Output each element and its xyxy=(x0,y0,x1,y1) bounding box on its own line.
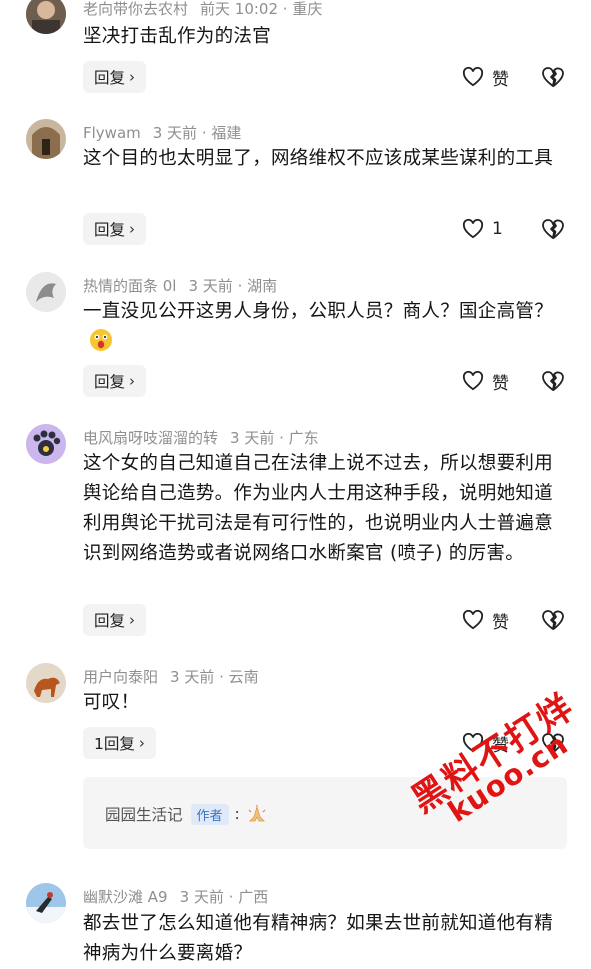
sub-reply-row: 园园生活记 作者 : xyxy=(105,803,268,825)
chevron-right-icon: › xyxy=(129,611,136,629)
avatar[interactable] xyxy=(26,883,66,923)
like-label: 赞 xyxy=(492,69,509,90)
reply-label: 回复 xyxy=(94,221,126,239)
comment-text: 这个女的自己知道自己在法律上说不过去，所以想要利用舆论给自己造势。作为业内人士用… xyxy=(83,453,554,564)
comment-text-content: 一直没见公开这男人身份，公职人员？商人？国企高管？ xyxy=(83,301,554,322)
avatar[interactable] xyxy=(26,424,66,464)
time-location: 前天 10:02 · 重庆 xyxy=(200,0,323,18)
like-button[interactable]: 赞 xyxy=(462,604,509,636)
dislike-button[interactable] xyxy=(541,61,567,93)
chevron-right-icon: › xyxy=(138,734,145,752)
time-location: 3 天前 · 福建 xyxy=(152,124,242,142)
shocked-face-emoji-icon xyxy=(89,328,113,362)
username[interactable]: Flywam xyxy=(83,124,141,142)
avatar[interactable] xyxy=(26,0,66,34)
heart-icon xyxy=(462,371,484,391)
time-location: 3 天前 · 广西 xyxy=(179,888,269,906)
avatar[interactable] xyxy=(26,119,66,159)
comment-text: 这个目的也太明显了，网络维权不应该成某些谋利的工具 xyxy=(83,148,554,169)
comment-meta: 热情的面条 0l 3 天前 · 湖南 xyxy=(83,275,277,296)
reply-button[interactable]: 回复 › xyxy=(83,213,147,245)
like-label: 赞 xyxy=(492,612,509,633)
like-button[interactable]: 1 xyxy=(462,213,503,245)
comment-meta: 电风扇呀吱溜溜的转 3 天前 · 广东 xyxy=(83,427,319,448)
like-label: 赞 xyxy=(492,373,509,394)
sub-reply-username[interactable]: 园园生活记 xyxy=(105,803,183,825)
like-count: 1 xyxy=(492,219,503,239)
reply-button[interactable]: 回复 › xyxy=(83,604,147,636)
time-location: 3 天前 · 广东 xyxy=(230,429,319,447)
dislike-button[interactable] xyxy=(541,604,567,636)
username[interactable]: 电风扇呀吱溜溜的转 xyxy=(83,429,218,447)
reply-button[interactable]: 1回复 › xyxy=(83,727,156,759)
time-location: 3 天前 · 云南 xyxy=(170,668,259,686)
chevron-right-icon: › xyxy=(129,68,136,86)
comment-meta: Flywam 3 天前 · 福建 xyxy=(83,122,241,143)
reply-label: 1回复 xyxy=(94,735,135,753)
avatar[interactable] xyxy=(26,663,66,703)
comment-text: 都去世了怎么知道他有精神病？如果去世前就知道他有精神病为什么要离婚？ xyxy=(83,913,554,964)
dislike-button[interactable] xyxy=(541,213,567,245)
broken-heart-icon xyxy=(542,610,564,630)
broken-heart-icon xyxy=(542,67,564,87)
praying-hands-emoji-icon xyxy=(246,805,268,823)
username[interactable]: 幽默沙滩 A9 xyxy=(83,888,168,906)
username[interactable]: 热情的面条 0l xyxy=(83,277,176,295)
comment-text: 一直没见公开这男人身份，公职人员？商人？国企高管？ xyxy=(83,297,563,362)
reply-button[interactable]: 回复 › xyxy=(83,365,147,397)
like-button[interactable]: 赞 xyxy=(462,61,509,93)
heart-icon xyxy=(462,610,484,630)
reply-label: 回复 xyxy=(94,373,126,391)
username[interactable]: 用户向泰阳 xyxy=(83,668,158,686)
broken-heart-icon xyxy=(542,371,564,391)
comment-meta: 用户向泰阳 3 天前 · 云南 xyxy=(83,666,259,687)
like-button[interactable]: 赞 xyxy=(462,365,509,397)
avatar[interactable] xyxy=(26,272,66,312)
heart-icon xyxy=(462,67,484,87)
broken-heart-icon xyxy=(542,219,564,239)
reply-label: 回复 xyxy=(94,612,126,630)
reply-button[interactable]: 回复 › xyxy=(83,61,147,93)
chevron-right-icon: › xyxy=(129,220,136,238)
comment-meta: 老向带你去农村 前天 10:02 · 重庆 xyxy=(83,0,322,19)
time-location: 3 天前 · 湖南 xyxy=(188,277,278,295)
comment-text: 坚决打击乱作为的法官 xyxy=(83,26,272,47)
dislike-button[interactable] xyxy=(541,365,567,397)
sub-reply-colon: : xyxy=(234,805,240,823)
comment-meta: 幽默沙滩 A9 3 天前 · 广西 xyxy=(83,886,268,907)
comment-text: 可叹！ xyxy=(83,692,140,713)
author-badge: 作者 xyxy=(190,803,229,825)
username[interactable]: 老向带你去农村 xyxy=(83,0,188,18)
reply-label: 回复 xyxy=(94,69,126,87)
heart-icon xyxy=(462,219,484,239)
chevron-right-icon: › xyxy=(129,372,136,390)
